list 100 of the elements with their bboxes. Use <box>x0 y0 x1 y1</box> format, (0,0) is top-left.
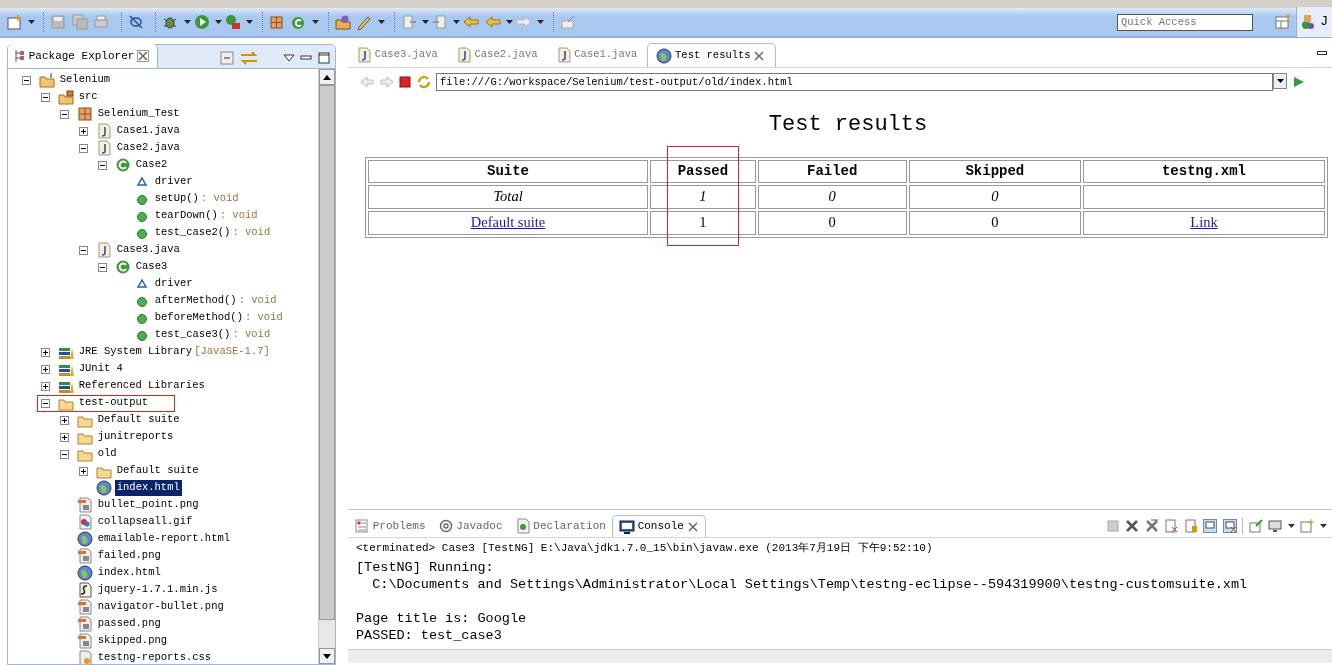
package-explorer-tab[interactable]: Package Explorer <box>8 44 159 68</box>
java-perspective-button[interactable]: J <box>1296 7 1332 37</box>
stop-icon[interactable] <box>399 76 411 88</box>
tree-item[interactable]: passed.png <box>95 616 163 633</box>
caret-icon[interactable] <box>453 19 461 24</box>
caret-icon[interactable] <box>537 19 545 24</box>
tree-item[interactable]: JUnit 4 <box>76 361 125 378</box>
link[interactable]: Default suite <box>470 213 546 230</box>
caret-icon[interactable] <box>215 19 222 24</box>
caret-icon[interactable] <box>27 19 35 24</box>
editor-tab[interactable]: Case2.java <box>447 43 548 67</box>
tree-item[interactable]: Default suite <box>95 412 182 429</box>
collapse-toggle-icon[interactable] <box>98 262 107 272</box>
open-folder-icon[interactable] <box>334 13 351 30</box>
collapse-all-icon[interactable] <box>220 51 234 66</box>
tree-item[interactable]: collapseall.gif <box>95 514 195 531</box>
tree-item[interactable]: testng-reports.css <box>95 650 214 665</box>
tree-item[interactable]: afterMethod() <box>152 293 239 310</box>
tree-item[interactable]: navigator-bullet.png <box>95 599 226 616</box>
display-console-icon[interactable] <box>1268 519 1282 534</box>
tree-item[interactable]: JRE System Library <box>76 344 195 361</box>
tree-item[interactable]: driver <box>152 276 195 293</box>
horizontal-scrollbar[interactable] <box>348 649 1332 663</box>
tree-item[interactable]: bullet_point.png <box>95 497 201 514</box>
collapse-toggle-icon[interactable] <box>98 160 107 170</box>
caret-icon[interactable] <box>246 19 254 24</box>
tree-item[interactable]: src <box>76 89 100 106</box>
skip-breakpoints-icon[interactable] <box>127 13 144 30</box>
editor-tab[interactable]: Test results <box>647 43 777 67</box>
collapse-toggle-icon[interactable] <box>60 449 69 459</box>
run-icon[interactable] <box>193 13 210 30</box>
tree-item[interactable]: Default suite <box>114 463 201 480</box>
tree-item[interactable]: beforeMethod() <box>152 310 245 327</box>
tree-item[interactable]: Case3.java <box>114 242 182 259</box>
view-tab[interactable]: Console <box>611 515 706 537</box>
new-package-icon[interactable] <box>269 13 285 30</box>
caret-icon[interactable] <box>312 19 319 24</box>
new-file-icon[interactable] <box>6 13 22 30</box>
link[interactable]: Link <box>1190 213 1218 230</box>
tree-item[interactable]: test-output <box>76 395 151 412</box>
view-menu-icon[interactable] <box>282 54 295 63</box>
tree-item[interactable]: setUp() <box>152 191 201 208</box>
expand-toggle-icon[interactable] <box>41 381 50 391</box>
tree-item[interactable]: tearDown() <box>152 208 220 225</box>
tree-item[interactable]: Case3 <box>133 259 170 276</box>
scrollbar-thumb[interactable] <box>319 85 335 620</box>
tree-item[interactable]: Selenium_Test <box>95 106 182 123</box>
tree-item[interactable]: driver <box>152 174 195 191</box>
collapse-toggle-icon[interactable] <box>60 109 69 119</box>
tree-item[interactable]: Case2 <box>133 157 170 174</box>
view-tab[interactable]: Declaration <box>508 515 612 537</box>
close-icon[interactable] <box>686 520 699 533</box>
tree-item[interactable]: Case1.java <box>114 123 182 140</box>
expand-toggle-icon[interactable] <box>79 126 88 136</box>
show-console-icon[interactable] <box>1222 519 1237 534</box>
quick-access-field[interactable]: Quick Access <box>1116 13 1253 31</box>
scroll-down-button[interactable] <box>319 648 335 664</box>
maximize-icon[interactable] <box>317 52 330 65</box>
tree-item[interactable]: old <box>95 446 119 463</box>
view-tab[interactable]: Javadoc <box>431 515 509 537</box>
url-dropdown-button[interactable] <box>1273 73 1287 89</box>
tree-item[interactable]: emailable-report.html <box>95 531 233 548</box>
tree-item[interactable]: test_case2() <box>152 225 233 242</box>
expand-toggle-icon[interactable] <box>60 432 69 442</box>
expand-toggle-icon[interactable] <box>41 347 50 357</box>
expand-toggle-icon[interactable] <box>41 364 50 374</box>
tree-item[interactable]: Selenium <box>57 72 113 89</box>
expand-toggle-icon[interactable] <box>79 466 88 476</box>
caret-icon[interactable] <box>422 19 429 24</box>
editor-tab[interactable]: Case3.java <box>348 43 448 67</box>
collapse-toggle-icon[interactable] <box>79 143 88 153</box>
tree-item[interactable]: skipped.png <box>95 633 170 650</box>
tree-item[interactable]: Referenced Libraries <box>76 378 207 395</box>
tree-item[interactable]: index.html <box>114 480 182 497</box>
tree-item[interactable]: test_case3() <box>152 327 233 344</box>
minimize-icon[interactable] <box>1316 50 1327 56</box>
caret-icon[interactable] <box>183 19 191 24</box>
collapse-toggle-icon[interactable] <box>41 92 50 102</box>
url-field[interactable]: file:///G:/workspace/Selenium/test-output/old/index.html <box>436 73 1273 91</box>
close-icon[interactable] <box>137 50 150 62</box>
view-tab[interactable]: Problems <box>348 515 432 537</box>
tree-item[interactable]: junitreports <box>95 429 176 446</box>
tree-item[interactable]: Case2.java <box>114 140 182 157</box>
collapse-toggle-icon[interactable] <box>41 398 50 408</box>
tree-item[interactable]: failed.png <box>95 548 163 565</box>
go-icon[interactable] <box>1292 76 1305 88</box>
collapse-toggle-icon[interactable] <box>22 75 31 85</box>
pin-console-icon[interactable] <box>1203 519 1217 534</box>
close-icon[interactable] <box>753 49 766 62</box>
clear-console-icon[interactable] <box>1164 519 1178 534</box>
remove-launch-icon[interactable] <box>1125 519 1139 534</box>
editor-tab[interactable]: Case1.java <box>547 43 648 67</box>
caret-icon[interactable] <box>1319 524 1327 529</box>
caret-icon[interactable] <box>506 19 513 24</box>
caret-icon[interactable] <box>1287 524 1295 529</box>
scroll-up-button[interactable] <box>319 69 335 85</box>
open-perspective-icon[interactable] <box>1274 14 1291 30</box>
collapse-toggle-icon[interactable] <box>79 245 88 255</box>
remove-all-icon[interactable] <box>1144 519 1159 534</box>
tree-item[interactable]: jquery-1.7.1.min.js <box>95 582 220 599</box>
